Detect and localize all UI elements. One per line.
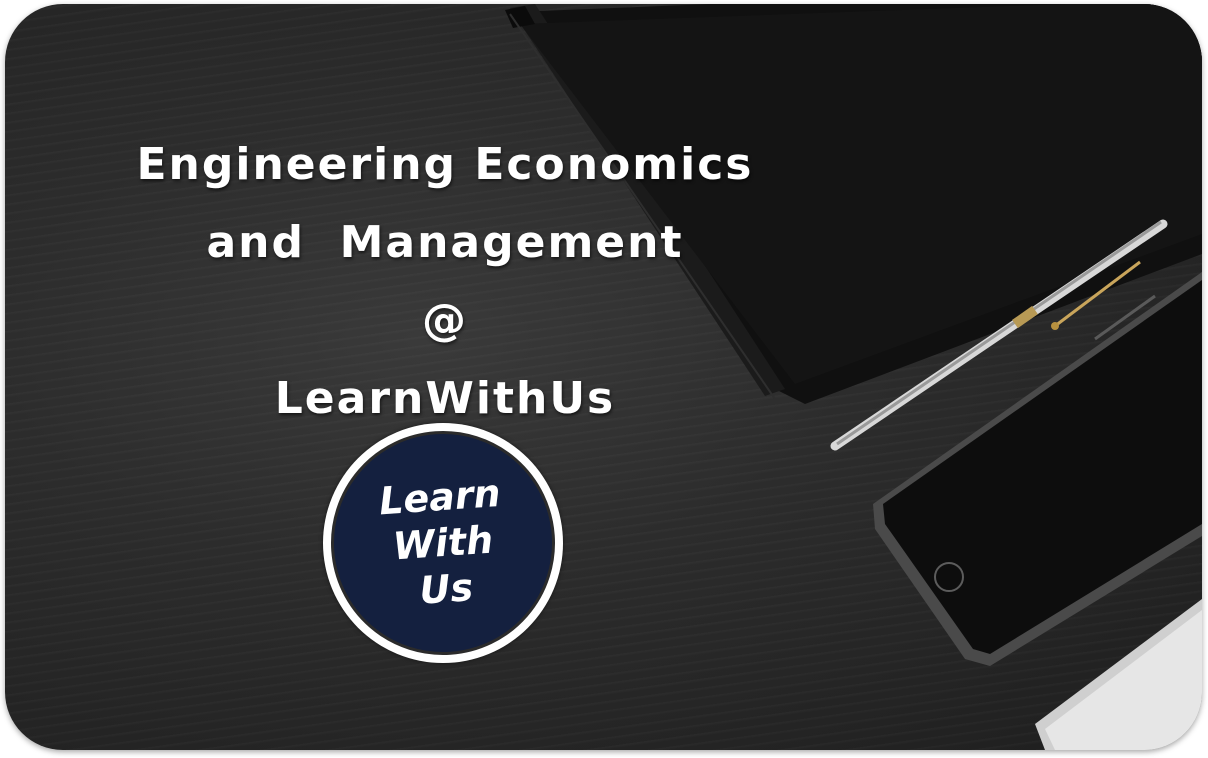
headline: Engineering Economics and Management @ L… bbox=[85, 126, 805, 438]
banner-card: Engineering Economics and Management @ L… bbox=[5, 4, 1202, 750]
headline-line-2: and Management bbox=[206, 217, 684, 268]
logo-text-line-2: With bbox=[391, 517, 495, 569]
logo-text-line-3: Us bbox=[417, 565, 475, 613]
logo-badge: Learn With Us bbox=[323, 423, 563, 663]
learnwithus-logo: Learn With Us bbox=[323, 423, 563, 663]
headline-line-3: @ bbox=[422, 295, 468, 346]
headline-line-1: Engineering Economics bbox=[136, 139, 754, 190]
